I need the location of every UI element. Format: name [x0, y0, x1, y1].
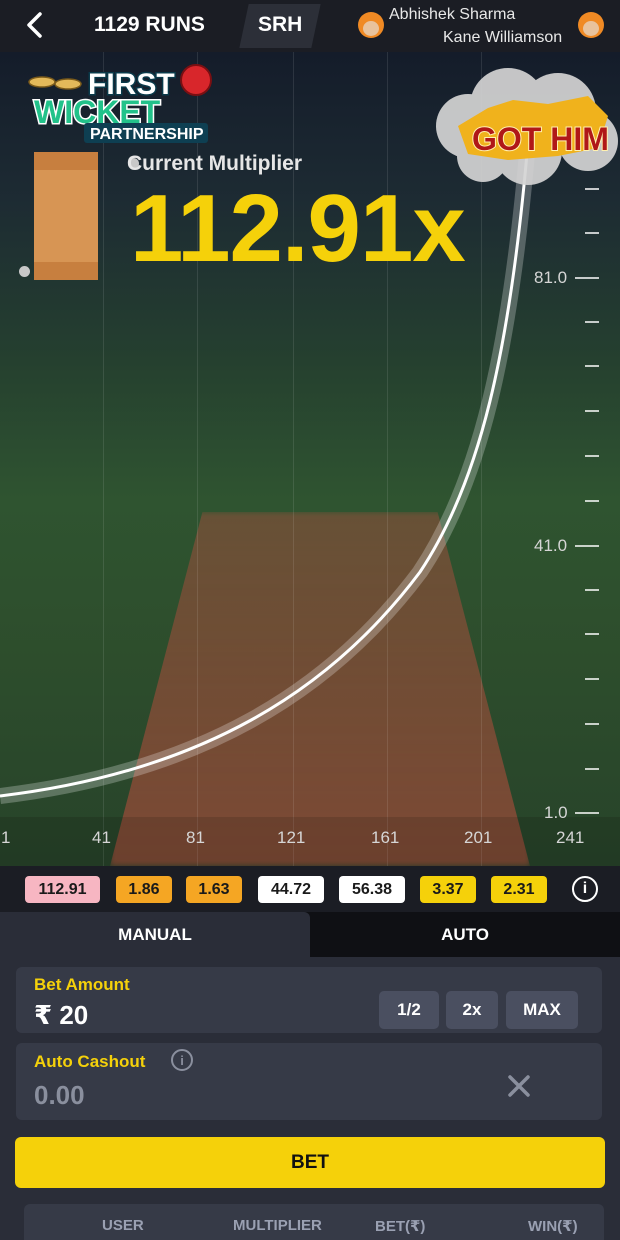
history-chip[interactable]: 2.31	[491, 876, 547, 903]
multiplier-history: 112.91 1.86 1.63 44.72 56.38 3.37 2.31 i	[0, 866, 620, 912]
history-chip[interactable]: 112.91	[25, 876, 100, 903]
y-tick	[585, 410, 599, 412]
y-tick	[585, 321, 599, 323]
y-tick	[575, 545, 599, 547]
current-multiplier-value: 112.91x	[130, 175, 466, 282]
y-tick	[585, 500, 599, 502]
y-tick	[585, 232, 599, 234]
half-bet-button[interactable]: 1/2	[379, 991, 439, 1029]
bet-amount-label: Bet Amount	[34, 975, 130, 994]
auto-cashout-card: Auto Cashout i 0.00	[16, 1043, 602, 1120]
y-tick	[585, 365, 599, 367]
x-label: 121	[277, 828, 306, 847]
y-label: 1.0	[544, 803, 568, 822]
tab-auto[interactable]: AUTO	[310, 912, 620, 957]
svg-text:PARTNERSHIP: PARTNERSHIP	[90, 126, 204, 143]
back-icon[interactable]	[20, 10, 50, 40]
col-win[interactable]: WIN(₹)	[528, 1217, 578, 1235]
x-label: 1	[1, 828, 11, 847]
col-bet[interactable]: BET(₹)	[375, 1217, 425, 1235]
y-tick	[585, 188, 599, 190]
bet-amount-input[interactable]: ₹ 20	[34, 1000, 88, 1031]
player2-name: Kane Williamson	[443, 29, 563, 46]
first-wicket-partnership-logo: FIRST WICKET PARTNERSHIP	[28, 64, 212, 143]
y-tick	[585, 455, 599, 457]
history-chip[interactable]: 1.63	[186, 876, 242, 903]
top-bar: 1129 RUNS SRH Abhishek Sharma Kane Willi…	[0, 0, 620, 52]
x-label: 241	[556, 828, 585, 847]
max-bet-button[interactable]: MAX	[506, 991, 578, 1029]
clear-icon[interactable]	[506, 1073, 532, 1104]
y-tick	[575, 812, 599, 814]
current-multiplier-label: Current Multiplier	[127, 152, 303, 175]
indicator-dot	[19, 266, 30, 277]
x-label: 81	[186, 828, 205, 847]
y-tick	[585, 723, 599, 725]
col-multiplier[interactable]: MULTIPLIER	[233, 1217, 322, 1234]
info-icon[interactable]: i	[572, 876, 598, 902]
double-bet-button[interactable]: 2x	[446, 991, 498, 1029]
x-label: 41	[92, 828, 111, 847]
y-tick	[585, 768, 599, 770]
bet-button[interactable]: BET	[15, 1137, 605, 1188]
cricket-pitch-icon	[34, 152, 98, 280]
bets-table-header: USER MULTIPLIER BET(₹) WIN(₹)	[24, 1204, 604, 1240]
history-chip[interactable]: 56.38	[339, 876, 405, 903]
team-name[interactable]: SRH	[258, 13, 302, 37]
history-chip[interactable]: 1.86	[116, 876, 172, 903]
x-label: 201	[464, 828, 493, 847]
y-label: 41.0	[534, 536, 568, 555]
game-field: FIRST WICKET PARTNERSHIP GOT HIM Current…	[0, 52, 620, 866]
auto-cashout-label: Auto Cashout	[34, 1052, 146, 1071]
player2-avatar	[578, 12, 604, 38]
player1-avatar	[358, 12, 384, 38]
y-tick	[575, 277, 599, 279]
svg-text:GOT HIM: GOT HIM	[472, 121, 609, 157]
auto-cashout-info-icon[interactable]: i	[171, 1049, 193, 1071]
history-chip[interactable]: 44.72	[258, 876, 324, 903]
bet-amount-card: Bet Amount ₹ 20 1/2 2x MAX	[16, 967, 602, 1033]
history-chip[interactable]: 3.37	[420, 876, 476, 903]
x-label: 161	[371, 828, 400, 847]
player1-name: Abhishek Sharma	[389, 6, 516, 23]
auto-cashout-input[interactable]: 0.00	[34, 1080, 85, 1111]
y-label: 81.0	[534, 268, 568, 287]
tab-manual[interactable]: MANUAL	[0, 912, 310, 957]
bet-mode-tabs: MANUAL AUTO	[0, 912, 620, 957]
y-tick	[585, 633, 599, 635]
bet-panel: Bet Amount ₹ 20 1/2 2x MAX Auto Cashout …	[0, 957, 620, 1240]
y-tick	[585, 678, 599, 680]
col-user[interactable]: USER	[102, 1217, 144, 1234]
y-tick	[585, 589, 599, 591]
runs-count: 1129 RUNS	[94, 13, 205, 36]
